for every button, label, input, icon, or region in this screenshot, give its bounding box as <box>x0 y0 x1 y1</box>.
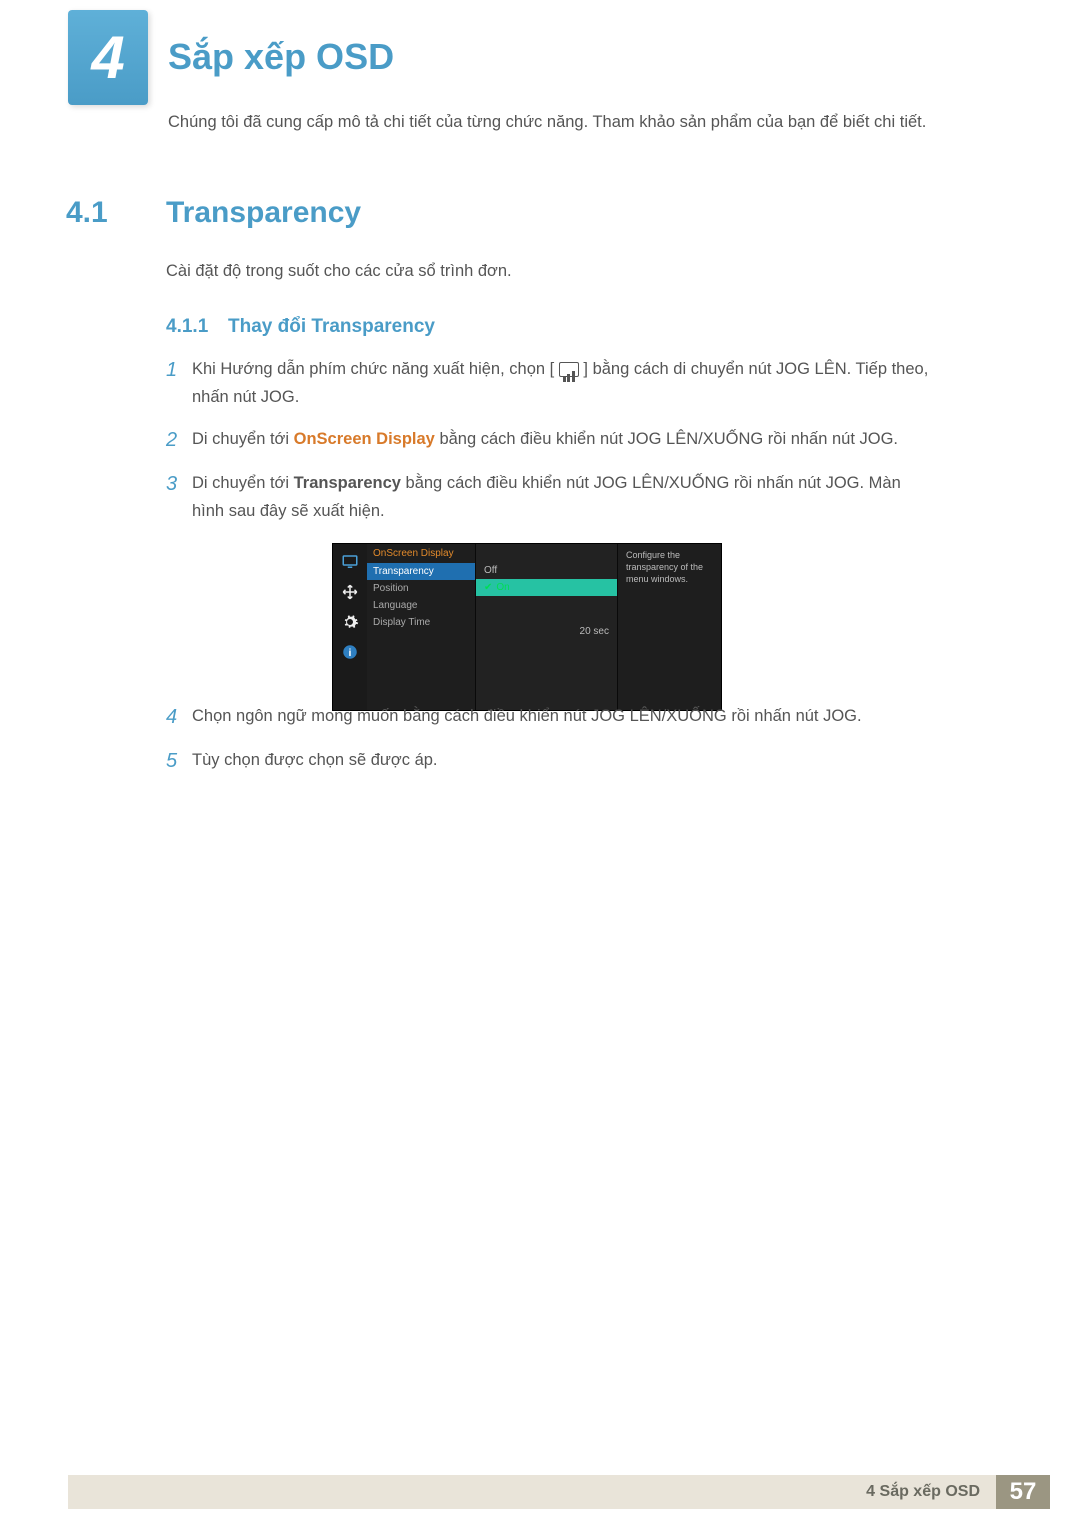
step-number: 4 <box>166 702 192 732</box>
section-number: 4.1 <box>66 196 108 230</box>
step-3: 3 Di chuyển tới Transparency bằng cách đ… <box>166 469 936 525</box>
step-1: 1 Khi Hướng dẫn phím chức năng xuất hiện… <box>166 355 936 411</box>
steps-list-top: 1 Khi Hướng dẫn phím chức năng xuất hiện… <box>166 355 936 731</box>
subsection-title: Thay đổi Transparency <box>228 316 435 338</box>
step-text: Di chuyển tới <box>192 430 294 448</box>
step-4: 4 Chọn ngôn ngữ mong muốn bằng cách điều… <box>166 702 936 732</box>
osd-option-on-label: On <box>496 582 509 593</box>
step-body: Chọn ngôn ngữ mong muốn bằng cách điều k… <box>192 702 936 730</box>
step-number: 1 <box>166 355 192 385</box>
monitor-icon <box>339 552 361 572</box>
step-number: 2 <box>166 425 192 455</box>
move-icon <box>339 582 361 602</box>
osd-item-display-time: Display Time <box>367 614 475 631</box>
menu-icon <box>559 362 579 377</box>
step-text: bằng cách điều khiển nút JOG LÊN/XUỐNG r… <box>439 430 898 448</box>
osd-help-text: Configure the transparency of the menu w… <box>617 544 721 710</box>
section-description: Cài đặt độ trong suốt cho các cửa sổ trì… <box>166 262 936 281</box>
section-title: Transparency <box>166 196 361 230</box>
osd-screenshot: i OnScreen Display Transparency Position… <box>332 543 722 711</box>
step-2: 2 Di chuyển tới OnScreen Display bằng cá… <box>166 425 936 455</box>
chapter-number: 4 <box>91 23 124 92</box>
osd-option-off: Off <box>476 562 617 579</box>
footer: 4 Sắp xếp OSD 57 <box>68 1475 1050 1509</box>
osd-menu-header: OnScreen Display <box>367 544 475 563</box>
chapter-description: Chúng tôi đã cung cấp mô tả chi tiết của… <box>168 108 938 136</box>
osd-menu-list: OnScreen Display Transparency Position L… <box>367 544 475 710</box>
subsection-number: 4.1.1 <box>166 316 208 338</box>
step-body: Khi Hướng dẫn phím chức năng xuất hiện, … <box>192 355 936 411</box>
osd-sidebar: i <box>333 544 367 710</box>
check-icon: ✔ <box>484 582 492 593</box>
step-text: Di chuyển tới <box>192 474 294 492</box>
step-number: 5 <box>166 746 192 776</box>
footer-strip <box>68 1475 850 1509</box>
step-highlight: Transparency <box>294 474 401 492</box>
osd-item-transparency: Transparency <box>367 563 475 580</box>
svg-text:i: i <box>349 647 352 659</box>
step-text: Khi Hướng dẫn phím chức năng xuất hiện, … <box>192 360 554 378</box>
osd-item-language: Language <box>367 597 475 614</box>
page-number: 57 <box>996 1475 1050 1509</box>
osd-timer: 20 sec <box>476 596 617 637</box>
step-number: 3 <box>166 469 192 499</box>
step-body: Tùy chọn được chọn sẽ được áp. <box>192 746 936 774</box>
osd-item-position: Position <box>367 580 475 597</box>
chapter-title: Sắp xếp OSD <box>168 36 394 78</box>
step-5: 5 Tùy chọn được chọn sẽ được áp. <box>166 746 936 776</box>
steps-list-bottom: 4 Chọn ngôn ngữ mong muốn bằng cách điều… <box>166 702 936 790</box>
footer-label: 4 Sắp xếp OSD <box>850 1475 996 1509</box>
osd-options: Off ✔ On 20 sec <box>475 544 617 710</box>
gear-icon <box>339 612 361 632</box>
osd-option-on: ✔ On <box>476 579 617 596</box>
step-body: Di chuyển tới OnScreen Display bằng cách… <box>192 425 936 453</box>
step-highlight: OnScreen Display <box>294 430 435 448</box>
info-icon: i <box>339 642 361 662</box>
step-body: Di chuyển tới Transparency bằng cách điề… <box>192 469 936 525</box>
chapter-badge: 4 <box>68 10 148 105</box>
